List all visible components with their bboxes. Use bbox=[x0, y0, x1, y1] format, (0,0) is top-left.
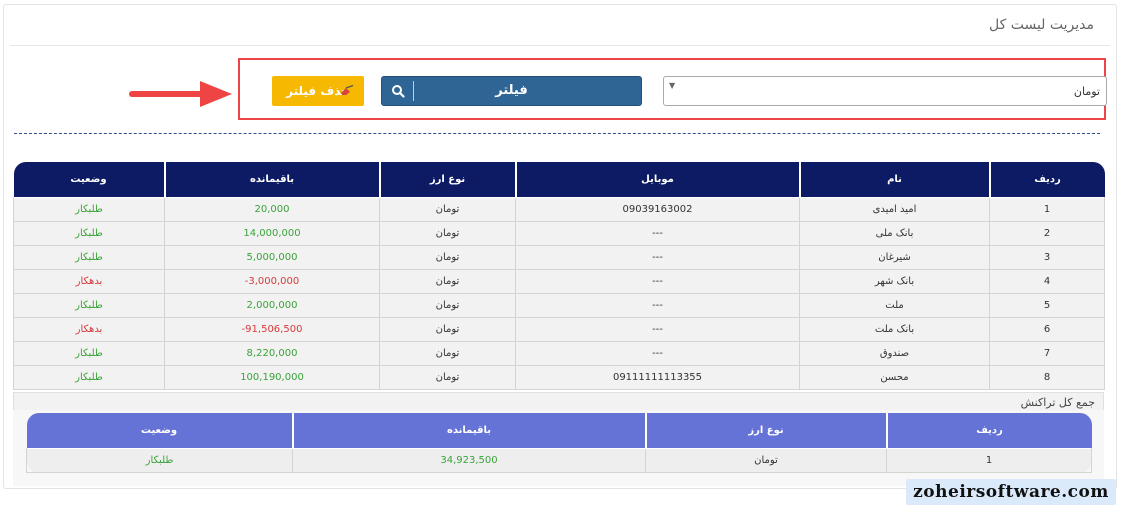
filter-button[interactable]: فیلتر bbox=[381, 76, 642, 106]
summary-header-row: ردیف نوع ارز باقیمانده وضعیت bbox=[26, 413, 1092, 449]
summary-table: ردیف نوع ارز باقیمانده وضعیت 1 تومان 34,… bbox=[26, 413, 1092, 473]
cell-balance: 14,000,000 bbox=[164, 221, 380, 246]
summary-col-header-row[interactable]: ردیف bbox=[885, 413, 1092, 449]
summary-title: جمع کل تراکنش bbox=[1020, 396, 1095, 409]
col-header-status[interactable]: وضعیت bbox=[13, 162, 165, 198]
cell-row: 1 bbox=[989, 197, 1105, 222]
cell-status: طلبکار bbox=[13, 197, 165, 222]
summary-cell-row: 1 bbox=[886, 448, 1092, 473]
cell-mobile: --- bbox=[515, 293, 800, 318]
col-header-balance[interactable]: باقیمانده bbox=[163, 162, 380, 198]
summary-cell-currency: تومان bbox=[645, 448, 887, 473]
cell-balance: 8,220,000 bbox=[164, 341, 380, 366]
table-row[interactable]: 7 صندوق --- تومان 8,220,000 طلبکار bbox=[13, 341, 1105, 366]
summary-col-header-balance[interactable]: باقیمانده bbox=[291, 413, 646, 449]
cell-row: 8 bbox=[989, 365, 1105, 390]
search-icon bbox=[392, 85, 405, 98]
cell-row: 2 bbox=[989, 221, 1105, 246]
arrow-right-icon bbox=[129, 81, 232, 107]
cell-status: طلبکار bbox=[13, 365, 165, 390]
watermark: zoheirsoftware.com bbox=[906, 479, 1116, 505]
title-divider bbox=[10, 45, 1110, 46]
cell-name: بانک ملت bbox=[799, 317, 990, 342]
summary-caption-bar bbox=[13, 392, 1104, 412]
cell-currency: تومان bbox=[379, 365, 516, 390]
cell-mobile: --- bbox=[515, 341, 800, 366]
table-row[interactable]: 1 امید امیدی 09039163002 تومان 20,000 طل… bbox=[13, 197, 1105, 222]
cell-status: طلبکار bbox=[13, 245, 165, 270]
filter-button-label: فیلتر bbox=[495, 83, 528, 98]
cell-status: بدهکار bbox=[13, 269, 165, 294]
table-row[interactable]: 5 ملت --- تومان 2,000,000 طلبکار bbox=[13, 293, 1105, 318]
summary-row[interactable]: 1 تومان 34,923,500 طلبکار bbox=[26, 448, 1092, 473]
cell-balance: 91,506,500- bbox=[164, 317, 380, 342]
filter-button-separator bbox=[413, 81, 414, 101]
cell-currency: تومان bbox=[379, 269, 516, 294]
table-row[interactable]: 3 شیرغان --- تومان 5,000,000 طلبکار bbox=[13, 245, 1105, 270]
cell-name: صندوق bbox=[799, 341, 990, 366]
section-divider bbox=[14, 133, 1100, 134]
clear-filter-button[interactable]: حذف فیلتر bbox=[272, 76, 364, 106]
cell-balance: 100,190,000 bbox=[164, 365, 380, 390]
cell-row: 4 bbox=[989, 269, 1105, 294]
cell-balance: 2,000,000 bbox=[164, 293, 380, 318]
table-row[interactable]: 6 بانک ملت --- تومان 91,506,500- بدهکار bbox=[13, 317, 1105, 342]
cell-currency: تومان bbox=[379, 341, 516, 366]
cell-name: امید امیدی bbox=[799, 197, 990, 222]
cell-currency: تومان bbox=[379, 197, 516, 222]
summary-cell-balance: 34,923,500 bbox=[292, 448, 646, 473]
currency-select[interactable]: تومان ▼ bbox=[663, 76, 1107, 106]
col-header-mobile[interactable]: موبایل bbox=[514, 162, 800, 198]
cell-currency: تومان bbox=[379, 293, 516, 318]
summary-col-header-status[interactable]: وضعیت bbox=[26, 413, 293, 449]
cell-mobile: 09111111113355 bbox=[515, 365, 800, 390]
cell-mobile: 09039163002 bbox=[515, 197, 800, 222]
table-row[interactable]: 8 محسن 09111111113355 تومان 100,190,000 … bbox=[13, 365, 1105, 390]
cell-mobile: --- bbox=[515, 245, 800, 270]
cell-mobile: --- bbox=[515, 317, 800, 342]
table-row[interactable]: 2 بانک ملی --- تومان 14,000,000 طلبکار bbox=[13, 221, 1105, 246]
cell-status: طلبکار bbox=[13, 293, 165, 318]
col-header-name[interactable]: نام bbox=[798, 162, 990, 198]
cell-row: 5 bbox=[989, 293, 1105, 318]
cell-name: ملت bbox=[799, 293, 990, 318]
cell-currency: تومان bbox=[379, 317, 516, 342]
eraser-icon bbox=[341, 85, 354, 95]
cell-status: بدهکار bbox=[13, 317, 165, 342]
cell-name: محسن bbox=[799, 365, 990, 390]
cell-balance: 20,000 bbox=[164, 197, 380, 222]
accounts-table: ردیف نام موبایل نوع ارز باقیمانده وضعیت … bbox=[13, 162, 1105, 390]
cell-currency: تومان bbox=[379, 221, 516, 246]
filter-highlight-box: تومان ▼ فیلتر حذف فیلتر bbox=[238, 58, 1107, 120]
cell-name: شیرغان bbox=[799, 245, 990, 270]
cell-row: 6 bbox=[989, 317, 1105, 342]
summary-section: ردیف نوع ارز باقیمانده وضعیت 1 تومان 34,… bbox=[13, 410, 1104, 486]
summary-col-header-currency[interactable]: نوع ارز bbox=[644, 413, 887, 449]
cell-currency: تومان bbox=[379, 245, 516, 270]
page-title: مدیریت لیست کل bbox=[988, 17, 1094, 33]
cell-name: بانک ملی bbox=[799, 221, 990, 246]
cell-status: طلبکار bbox=[13, 221, 165, 246]
table-header-row: ردیف نام موبایل نوع ارز باقیمانده وضعیت bbox=[13, 162, 1105, 198]
cell-mobile: --- bbox=[515, 221, 800, 246]
cell-name: بانک شهر bbox=[799, 269, 990, 294]
cell-mobile: --- bbox=[515, 269, 800, 294]
currency-select-value: تومان bbox=[1073, 85, 1100, 98]
summary-cell-status: طلبکار bbox=[26, 448, 293, 473]
table-row[interactable]: 4 بانک شهر --- تومان 3,000,000- بدهکار bbox=[13, 269, 1105, 294]
cell-status: طلبکار bbox=[13, 341, 165, 366]
col-header-currency[interactable]: نوع ارز bbox=[378, 162, 516, 198]
dropdown-caret-icon: ▼ bbox=[669, 81, 676, 90]
cell-balance: 5,000,000 bbox=[164, 245, 380, 270]
cell-row: 7 bbox=[989, 341, 1105, 366]
cell-row: 3 bbox=[989, 245, 1105, 270]
col-header-row[interactable]: ردیف bbox=[988, 162, 1105, 198]
cell-balance: 3,000,000- bbox=[164, 269, 380, 294]
